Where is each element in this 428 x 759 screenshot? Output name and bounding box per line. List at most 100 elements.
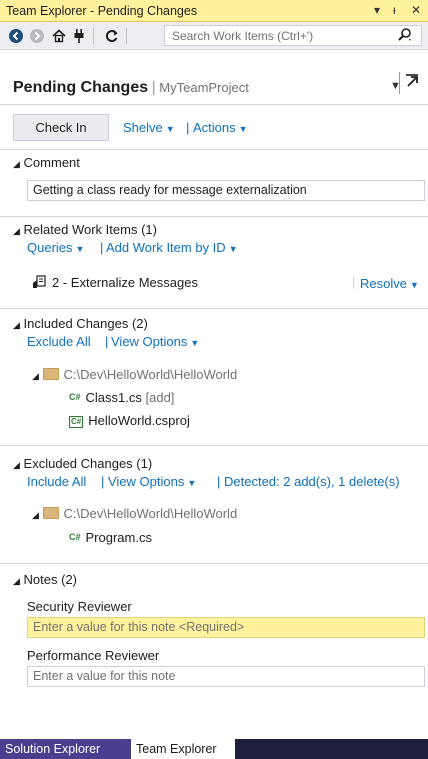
folder-icon	[42, 507, 59, 519]
bottom-tab-strip: Solution Explorer Team Explorer	[0, 739, 428, 759]
check-in-button[interactable]: Check In	[13, 114, 109, 141]
add-by-id-label[interactable]: Add Work Item by ID	[106, 240, 226, 255]
chevron-down-icon[interactable]: ▼	[76, 244, 85, 254]
expand-triangle-icon[interactable]: ◢	[13, 159, 20, 169]
chevron-down-icon[interactable]: ▼	[187, 478, 196, 488]
chevron-down-icon[interactable]: ▼	[190, 338, 199, 348]
file-item-class1[interactable]: C# Class1.cs [add]	[69, 390, 174, 405]
included-changes-header[interactable]: ◢ Included Changes (2)	[13, 316, 148, 331]
chevron-down-icon[interactable]: ▼	[229, 244, 238, 254]
exclude-all-link[interactable]: Exclude All	[27, 334, 91, 349]
divider	[0, 104, 428, 105]
add-work-item-by-id-link[interactable]: Add Work Item by ID ▼	[106, 240, 238, 255]
actions-link[interactable]: Actions ▼	[193, 120, 248, 135]
search-work-items-input[interactable]: Search Work Items (Ctrl+')	[164, 25, 422, 46]
file-item-helloworld-csproj[interactable]: C# HelloWorld.csproj	[69, 413, 190, 428]
included-heading: Included Changes (2)	[23, 316, 148, 331]
link-separator: |	[100, 240, 104, 255]
search-icon[interactable]	[397, 26, 413, 48]
refresh-icon[interactable]	[103, 27, 121, 45]
header-separator: |	[151, 79, 156, 96]
chevron-down-icon[interactable]: ▼	[239, 124, 248, 134]
close-icon[interactable]: ✕	[411, 3, 421, 17]
work-item-row[interactable]: 2 - Externalize Messages	[32, 275, 198, 292]
view-options-label[interactable]: View Options	[108, 474, 184, 489]
comment-heading: Comment	[23, 155, 80, 170]
actions-label[interactable]: Actions	[193, 120, 236, 135]
divider	[0, 445, 428, 446]
related-heading: Related Work Items (1)	[23, 222, 157, 237]
connect-plug-icon[interactable]	[70, 27, 88, 45]
forward-arrow-icon[interactable]	[28, 27, 46, 45]
resolve-label[interactable]: Resolve	[360, 276, 407, 291]
divider	[0, 563, 428, 564]
expand-triangle-icon[interactable]: ◢	[13, 576, 20, 586]
expand-triangle-icon[interactable]: ◢	[13, 226, 20, 236]
comment-input[interactable]: Getting a class ready for message extern…	[27, 180, 425, 201]
home-icon[interactable]	[50, 27, 68, 45]
include-all-link[interactable]: Include All	[27, 474, 86, 489]
related-work-items-header[interactable]: ◢ Related Work Items (1)	[13, 222, 157, 237]
folder-icon	[42, 368, 59, 380]
tab-solution-explorer[interactable]: Solution Explorer	[0, 739, 131, 759]
project-name: MyTeamProject	[159, 80, 249, 95]
work-item-title[interactable]: 2 - Externalize Messages	[52, 275, 198, 290]
view-options-link[interactable]: View Options ▼	[111, 334, 199, 349]
performance-reviewer-input[interactable]: Enter a value for this note	[27, 666, 425, 687]
tab-team-explorer[interactable]: Team Explorer	[131, 739, 235, 759]
link-separator: |	[105, 334, 109, 349]
toolbar: Search Work Items (Ctrl+')	[0, 22, 428, 50]
performance-reviewer-label: Performance Reviewer	[27, 648, 160, 663]
folder-path: C:\Dev\HelloWorld\HelloWorld	[63, 506, 238, 521]
link-separator: |	[101, 474, 105, 489]
file-name[interactable]: Program.cs	[86, 530, 152, 545]
title-bar: Team Explorer - Pending Changes ▾ ᵻ ✕	[0, 0, 428, 22]
file-item-program[interactable]: C# Program.cs	[69, 530, 152, 545]
file-name[interactable]: Class1.cs	[86, 390, 142, 405]
toolbar-separator	[126, 28, 127, 44]
file-status-tag: [add]	[145, 390, 175, 405]
window-title: Team Explorer - Pending Changes	[6, 4, 198, 18]
expand-triangle-icon[interactable]: ◢	[13, 460, 20, 470]
detected-label[interactable]: Detected: 2 add(s), 1 delete(s)	[224, 474, 400, 489]
header-divider	[399, 72, 400, 94]
excluded-changes-header[interactable]: ◢ Excluded Changes (1)	[13, 456, 152, 471]
included-folder-node[interactable]: ◢ C:\Dev\HelloWorld\HelloWorld	[32, 367, 237, 382]
chevron-down-icon[interactable]: ▼	[410, 280, 419, 290]
tab-strip-filler	[235, 739, 428, 759]
link-separator: |	[186, 120, 190, 135]
back-arrow-icon[interactable]	[7, 27, 25, 45]
security-reviewer-input[interactable]: Enter a value for this note <Required>	[27, 617, 425, 638]
folder-path: C:\Dev\HelloWorld\HelloWorld	[63, 367, 238, 382]
navigate-out-icon[interactable]	[405, 74, 419, 91]
queries-link[interactable]: Queries ▼	[27, 240, 84, 255]
chevron-down-icon[interactable]: ▼	[166, 124, 175, 134]
include-all-label[interactable]: Include All	[27, 474, 86, 489]
file-name[interactable]: HelloWorld.csproj	[88, 413, 190, 428]
view-options-link[interactable]: View Options ▼	[108, 474, 196, 489]
divider	[0, 216, 428, 217]
expand-triangle-icon[interactable]: ◢	[32, 510, 39, 520]
toolbar-separator	[93, 28, 94, 44]
view-options-label[interactable]: View Options	[111, 334, 187, 349]
detected-link[interactable]: Detected: 2 add(s), 1 delete(s)	[224, 474, 400, 489]
resolve-divider: |	[352, 274, 356, 289]
excluded-folder-node[interactable]: ◢ C:\Dev\HelloWorld\HelloWorld	[32, 506, 237, 521]
notes-header[interactable]: ◢ Notes (2)	[13, 572, 77, 587]
queries-label[interactable]: Queries	[27, 240, 73, 255]
search-placeholder: Search Work Items (Ctrl+')	[172, 29, 314, 43]
shelve-link[interactable]: Shelve ▼	[123, 120, 175, 135]
page-title[interactable]: Pending Changes	[13, 79, 148, 96]
expand-triangle-icon[interactable]: ◢	[32, 371, 39, 381]
comment-section-header[interactable]: ◢ Comment	[13, 155, 80, 170]
expand-triangle-icon[interactable]: ◢	[13, 320, 20, 330]
dropdown-icon[interactable]: ▾	[374, 3, 380, 17]
resolve-link[interactable]: Resolve ▼	[360, 276, 419, 291]
work-item-icon	[32, 275, 48, 292]
exclude-all-label[interactable]: Exclude All	[27, 334, 91, 349]
pin-icon[interactable]: ᵻ	[393, 3, 396, 17]
link-separator: |	[217, 474, 221, 489]
security-reviewer-label: Security Reviewer	[27, 599, 132, 614]
csharp-file-icon: C#	[69, 532, 81, 542]
shelve-label[interactable]: Shelve	[123, 120, 163, 135]
